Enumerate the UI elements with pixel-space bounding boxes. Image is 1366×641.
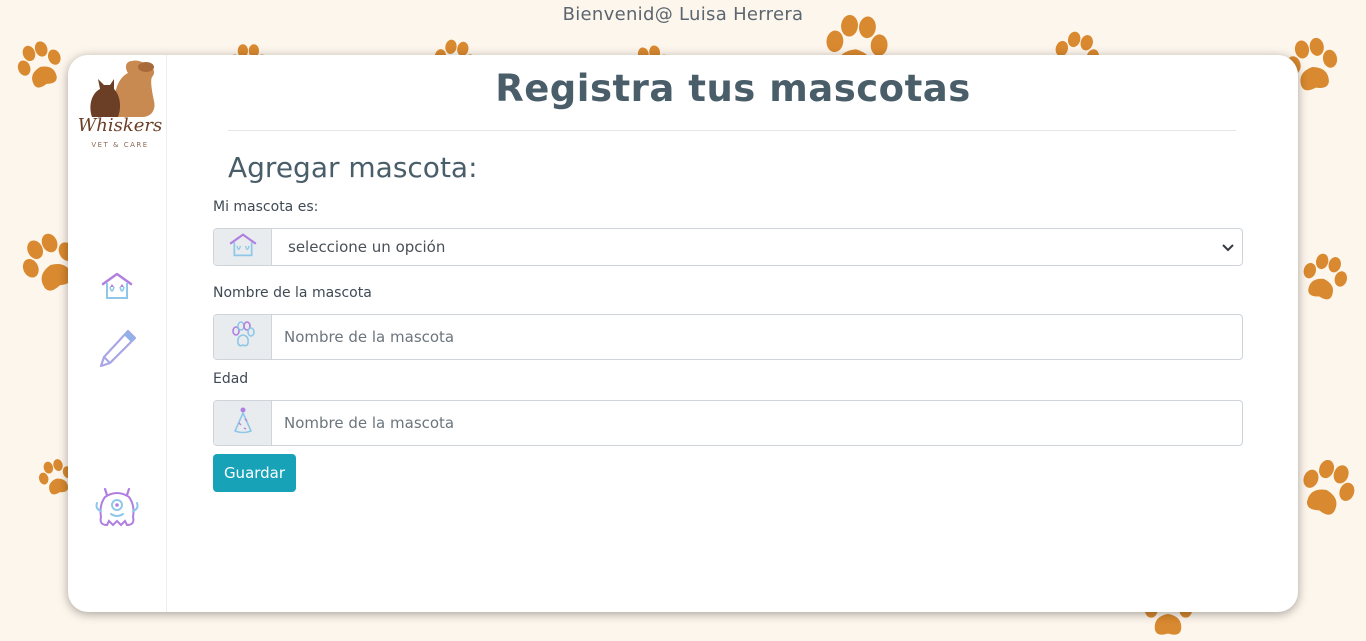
chevron-down-icon [1222,238,1234,256]
brand-tagline: VET & CARE [91,141,149,149]
section-title: Agregar mascota: [228,151,478,184]
welcome-message: Bienvenid@ Luisa Herrera [562,4,804,25]
pet-type-select[interactable]: seleccione un opción [272,229,1242,265]
pet-type-selected: seleccione un opción [288,238,446,256]
pet-name-group [213,314,1243,360]
main-card: Whiskers VET & CARE Registra tus mascota… [68,55,1298,612]
monster-icon[interactable] [95,487,139,533]
sidebar: Whiskers VET & CARE [68,55,167,612]
pet-house-icon [228,232,258,262]
age-label: Edad [213,371,249,387]
pet-house-icon[interactable] [100,271,134,305]
age-group [213,400,1243,446]
pet-name-input[interactable] [272,315,1242,359]
age-input[interactable] [272,401,1242,445]
pet-name-addon [214,315,272,359]
title-divider [228,130,1236,131]
party-hat-icon [232,407,254,439]
paw-print-icon [1287,449,1366,528]
cat-dog-logo-icon [90,60,155,117]
pet-type-addon [214,229,272,265]
pet-name-label: Nombre de la mascota [213,285,372,301]
save-button[interactable]: Guardar [213,454,296,492]
brand-name: Whiskers [77,115,163,136]
age-addon [214,401,272,445]
pet-type-label: Mi mascota es: [213,199,319,215]
paw-icon [230,321,256,353]
pet-type-group: seleccione un opción [213,228,1243,266]
paw-print-icon [1292,246,1356,310]
paw-print-icon [7,33,74,100]
logo[interactable]: Whiskers VET & CARE [72,57,164,153]
pencil-icon[interactable] [98,327,138,373]
page-title: Registra tus mascotas [495,67,971,110]
